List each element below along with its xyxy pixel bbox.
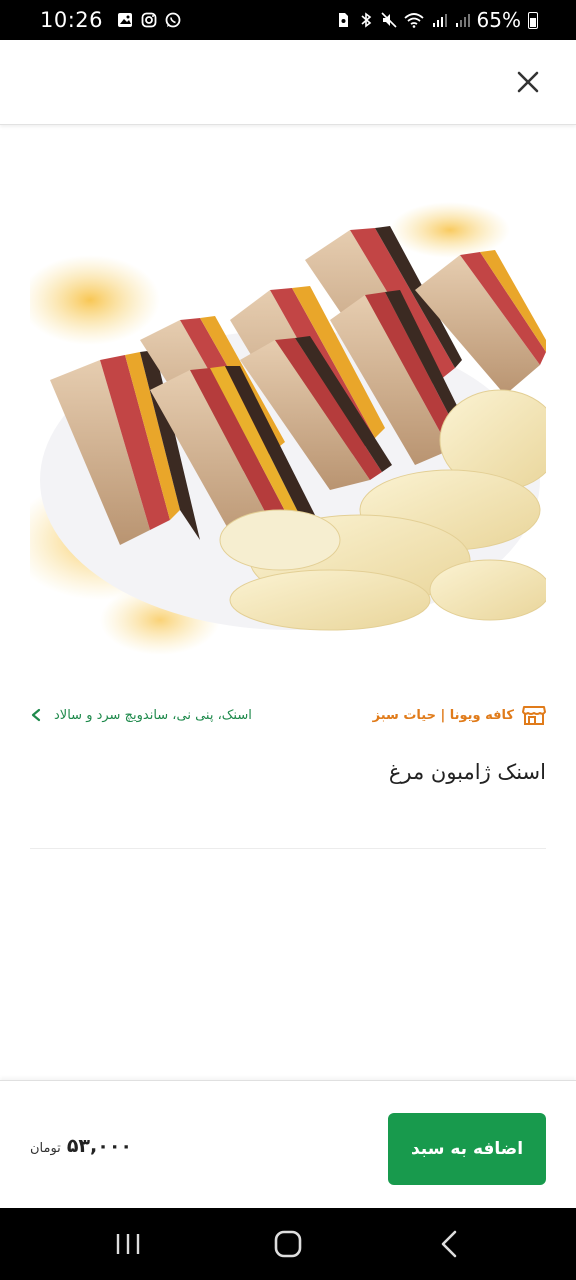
- price-unit: تومان: [30, 1141, 61, 1156]
- home-icon[interactable]: [272, 1228, 304, 1260]
- battery-percent: 65%: [476, 8, 521, 32]
- status-time: 10:26: [40, 8, 104, 32]
- category-breadcrumb[interactable]: اسنک، پنی نی، ساندویچ سرد و سالاد: [30, 708, 252, 723]
- product-title: اسنک ژامبون مرغ: [388, 760, 546, 784]
- price: تومان ۵۳,۰۰۰: [30, 1135, 132, 1157]
- status-bar-right: 65%: [335, 8, 538, 32]
- gallery-icon: [118, 13, 133, 27]
- battery-icon: [528, 11, 538, 29]
- signal-icon: [432, 14, 447, 27]
- instagram-icon: [141, 12, 157, 28]
- system-nav-bar: [0, 1208, 576, 1280]
- sim-icon: [338, 13, 348, 27]
- mute-icon: [380, 12, 397, 28]
- store-icon: [522, 706, 546, 725]
- product-image: [30, 202, 546, 655]
- bottom-action-bar: تومان ۵۳,۰۰۰ اضافه به سبد: [0, 1080, 576, 1209]
- add-to-cart-button[interactable]: اضافه به سبد: [388, 1113, 546, 1185]
- header: [0, 40, 576, 125]
- back-icon[interactable]: [434, 1228, 466, 1260]
- chevron-left-icon: [31, 708, 41, 722]
- store-link[interactable]: کافه ویونا | حیات سبز: [373, 704, 546, 726]
- recent-apps-icon[interactable]: [112, 1228, 144, 1260]
- product-meta-row: اسنک، پنی نی، ساندویچ سرد و سالاد کافه و…: [30, 700, 546, 730]
- price-value: ۵۳,۰۰۰: [66, 1135, 133, 1157]
- wifi-icon: [403, 13, 424, 28]
- signal-icon-2: [455, 14, 470, 27]
- whatsapp-icon: [165, 12, 181, 28]
- status-bar: 10:26 65%: [0, 0, 576, 40]
- bluetooth-icon: [361, 12, 371, 28]
- close-icon[interactable]: [514, 68, 542, 96]
- status-bar-left: 10:26: [40, 8, 181, 32]
- store-name: کافه ویونا | حیات سبز: [372, 707, 514, 723]
- divider: [30, 848, 546, 849]
- category-label: اسنک، پنی نی، ساندویچ سرد و سالاد: [54, 707, 252, 723]
